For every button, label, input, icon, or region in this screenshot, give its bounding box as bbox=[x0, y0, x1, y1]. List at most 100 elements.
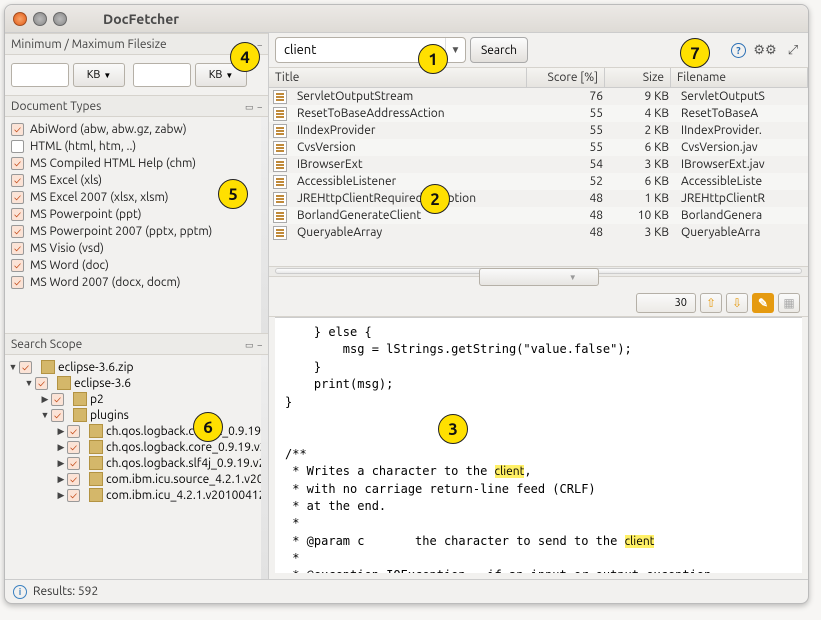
doctype-label: MS Excel (xls) bbox=[30, 174, 102, 187]
checkbox-icon[interactable]: ✓ bbox=[67, 473, 80, 486]
scrollbar[interactable] bbox=[261, 117, 268, 333]
checkbox-icon[interactable]: ✓ bbox=[19, 361, 32, 374]
tree-item[interactable]: ▶✓ch.qos.logback.classic_0.9.19. bbox=[7, 423, 266, 439]
doctype-item[interactable]: ✓MS Word 2007 (docx, docm) bbox=[7, 274, 266, 291]
result-row[interactable]: CvsVersion556 KBCvsVersion.jav bbox=[269, 139, 808, 156]
tree-item[interactable]: ▶✓ch.qos.logback.slf4j_0.9.19.v2 bbox=[7, 455, 266, 471]
tree-toggle-icon[interactable]: ▼ bbox=[39, 410, 51, 420]
doctype-item[interactable]: ✓ MS Excel (xls) bbox=[7, 172, 266, 189]
scrollbar[interactable] bbox=[261, 355, 268, 579]
search-input[interactable] bbox=[276, 43, 445, 57]
tree-toggle-icon[interactable]: ▶ bbox=[55, 474, 67, 485]
column-size[interactable]: Size bbox=[605, 68, 671, 87]
panel-collapse-icon[interactable]: – bbox=[258, 40, 262, 50]
panel-minimize-icon[interactable]: ▭ bbox=[245, 340, 254, 350]
panel-minimize-icon[interactable]: ▭ bbox=[245, 40, 254, 50]
cell-title: AccessibleListener bbox=[291, 174, 531, 189]
cell-size: 6 KB bbox=[609, 140, 675, 155]
checkbox-icon[interactable]: ✓ bbox=[51, 393, 64, 406]
search-history-dropdown[interactable]: ▼ bbox=[445, 38, 465, 62]
splitter-combo[interactable]: ▼ bbox=[479, 268, 599, 286]
result-row[interactable]: JREHttpClientRequiredException481 KBJREH… bbox=[269, 190, 808, 207]
column-score[interactable]: Score [%] bbox=[527, 68, 605, 87]
window-maximize-button[interactable] bbox=[53, 12, 67, 26]
checkbox-icon[interactable]: ✓ bbox=[51, 409, 64, 422]
settings-icon[interactable]: ⚙⚙ bbox=[756, 41, 774, 59]
result-row[interactable]: AccessibleListener526 KBAccessibleListe bbox=[269, 173, 808, 190]
doctype-label: MS Visio (vsd) bbox=[30, 242, 104, 255]
tree-item[interactable]: ▶✓ch.qos.logback.core_0.9.19.v2 bbox=[7, 439, 266, 455]
panel-collapse-icon[interactable]: – bbox=[258, 102, 262, 112]
checkbox-icon[interactable]: ✓ bbox=[11, 276, 24, 289]
checkbox-icon[interactable]: ✓ bbox=[67, 425, 80, 438]
checkbox-icon[interactable]: ✓ bbox=[11, 208, 24, 221]
tree-toggle-icon[interactable]: ▼ bbox=[7, 362, 19, 372]
preview-text[interactable]: } else { msg = lStrings.getString("value… bbox=[275, 317, 802, 573]
result-row[interactable]: BorlandGenerateClient4810 KBBorlandGener… bbox=[269, 207, 808, 224]
toggle-view-button[interactable]: ▦ bbox=[778, 293, 800, 313]
cell-title: ResetToBaseAddressAction bbox=[291, 106, 531, 121]
doctype-item[interactable]: ✓MS Powerpoint (ppt) bbox=[7, 206, 266, 223]
horizontal-splitter[interactable]: ▼ bbox=[269, 267, 808, 277]
doctype-item[interactable]: ✓ MS Visio (vsd) bbox=[7, 240, 266, 257]
tree-toggle-icon[interactable]: ▶ bbox=[55, 442, 67, 453]
tree-item[interactable]: ▼✓eclipse-3.6 bbox=[7, 375, 266, 391]
checkbox-icon[interactable]: ✓ bbox=[35, 377, 48, 390]
filesize-panel: KB▼ KB▼ bbox=[5, 55, 268, 95]
fullscreen-icon[interactable]: ⤢ bbox=[784, 41, 802, 59]
file-icon bbox=[273, 158, 287, 172]
checkbox-icon[interactable]: ✓ bbox=[11, 157, 24, 170]
checkbox-icon[interactable]: ✓ bbox=[11, 259, 24, 272]
tree-item[interactable]: ▼✓plugins bbox=[7, 407, 266, 423]
tree-toggle-icon[interactable]: ▶ bbox=[55, 426, 67, 437]
result-row[interactable]: QueryableArray483 KBQueryableArra bbox=[269, 224, 808, 241]
tree-toggle-icon[interactable]: ▶ bbox=[55, 490, 67, 501]
max-filesize-unit-select[interactable]: KB▼ bbox=[195, 63, 247, 87]
cell-score: 48 bbox=[531, 191, 609, 206]
doctype-item[interactable]: ✓MS Compiled HTML Help (chm) bbox=[7, 155, 266, 172]
result-row[interactable]: ResetToBaseAddressAction554 KBResetToBas… bbox=[269, 105, 808, 122]
next-match-button[interactable]: ⇩ bbox=[726, 293, 748, 313]
doctype-item[interactable]: ✓AbiWord (abw, abw.gz, zabw) bbox=[7, 121, 266, 138]
checkbox-icon[interactable]: ✓ bbox=[67, 489, 80, 502]
doctype-item[interactable]: HTML (html, htm, ..) bbox=[7, 138, 266, 155]
window-close-button[interactable] bbox=[13, 12, 27, 26]
prev-match-button[interactable]: ⇧ bbox=[700, 293, 722, 313]
checkbox-icon[interactable]: ✓ bbox=[11, 123, 24, 136]
checkbox-icon[interactable]: ✓ bbox=[11, 225, 24, 238]
tree-item[interactable]: ▶✓com.ibm.icu_4.2.1.v20100412 bbox=[7, 487, 266, 503]
checkbox-icon[interactable]: ✓ bbox=[11, 191, 24, 204]
checkbox-icon[interactable]: ✓ bbox=[67, 441, 80, 454]
tree-toggle-icon[interactable]: ▼ bbox=[23, 378, 35, 388]
window-minimize-button[interactable] bbox=[33, 12, 47, 26]
checkbox-icon[interactable]: ✓ bbox=[11, 174, 24, 187]
doctype-item[interactable]: ✓MS Powerpoint 2007 (pptx, pptm) bbox=[7, 223, 266, 240]
tree-toggle-icon[interactable]: ▶ bbox=[55, 458, 67, 469]
highlight-toggle-button[interactable]: ✎ bbox=[752, 293, 774, 313]
tree-item[interactable]: ▶✓com.ibm.icu.source_4.2.1.v20 bbox=[7, 471, 266, 487]
filesize-panel-title: Minimum / Maximum Filesize bbox=[11, 38, 167, 51]
help-icon[interactable]: ? bbox=[731, 43, 746, 58]
tree-toggle-icon[interactable]: ▶ bbox=[39, 394, 51, 405]
checkbox-icon[interactable] bbox=[11, 140, 24, 153]
match-count-field[interactable]: 30 bbox=[636, 293, 696, 313]
result-row[interactable]: IIndexProvider552 KBIIndexProvider. bbox=[269, 122, 808, 139]
min-filesize-unit-select[interactable]: KB▼ bbox=[73, 63, 125, 87]
result-row[interactable]: IBrowserExt543 KBIBrowserExt.jav bbox=[269, 156, 808, 173]
doctype-item[interactable]: ✓MS Word (doc) bbox=[7, 257, 266, 274]
checkbox-icon[interactable]: ✓ bbox=[67, 457, 80, 470]
tree-item[interactable]: ▼✓eclipse-3.6.zip bbox=[7, 359, 266, 375]
search-button[interactable]: Search bbox=[470, 37, 528, 63]
checkbox-icon[interactable]: ✓ bbox=[11, 242, 24, 255]
cell-title: ServletOutputStream bbox=[291, 89, 531, 104]
panel-collapse-icon[interactable]: – bbox=[258, 340, 262, 350]
min-filesize-input[interactable] bbox=[11, 63, 69, 87]
tree-item[interactable]: ▶✓p2 bbox=[7, 391, 266, 407]
column-filename[interactable]: Filename bbox=[671, 68, 808, 87]
max-filesize-input[interactable] bbox=[133, 63, 191, 87]
scope-panel-title: Search Scope bbox=[11, 338, 82, 351]
result-row[interactable]: ServletOutputStream769 KBServletOutputS bbox=[269, 88, 808, 105]
panel-minimize-icon[interactable]: ▭ bbox=[245, 102, 254, 112]
column-title[interactable]: Title bbox=[269, 68, 527, 87]
doctype-item[interactable]: ✓MS Excel 2007 (xlsx, xlsm) bbox=[7, 189, 266, 206]
